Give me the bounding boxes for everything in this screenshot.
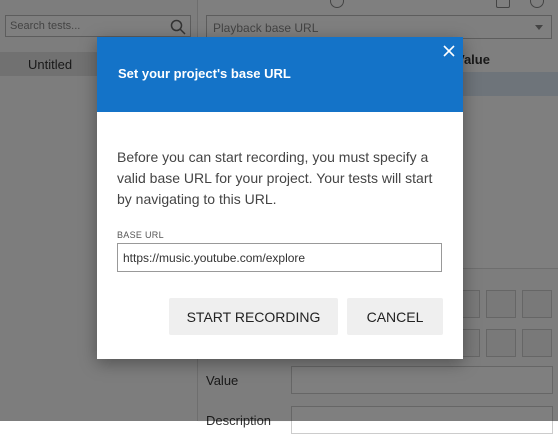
cancel-button[interactable]: CANCEL bbox=[347, 298, 443, 335]
base-url-dialog: Set your project's base URL Before you c… bbox=[97, 37, 463, 359]
start-recording-button[interactable]: START RECORDING bbox=[169, 298, 338, 335]
dialog-title: Set your project's base URL bbox=[118, 66, 291, 81]
dialog-header: Set your project's base URL bbox=[97, 37, 463, 112]
base-url-input[interactable] bbox=[117, 243, 442, 272]
dialog-description: Before you can start recording, you must… bbox=[117, 149, 433, 207]
base-url-label: BASE URL bbox=[117, 230, 164, 240]
close-icon[interactable] bbox=[439, 41, 459, 61]
